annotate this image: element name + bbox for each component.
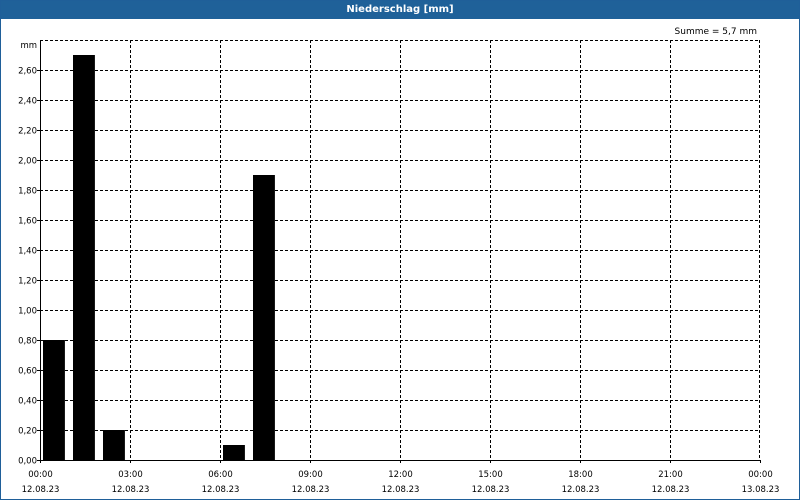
x-tick-time: 21:00 (658, 470, 683, 480)
grid-lines (40, 40, 760, 460)
y-tick-label: 2,20 (18, 127, 37, 137)
y-tick-label: 2,00 (18, 157, 37, 167)
y-tick-label: 1,00 (18, 307, 37, 317)
bar (253, 175, 275, 460)
x-tick-date: 12.08.23 (382, 485, 420, 495)
x-tick-date: 12.08.23 (652, 485, 690, 495)
bar (43, 340, 65, 460)
bar (73, 55, 95, 460)
x-tick-time: 15:00 (478, 470, 503, 480)
x-tick-date: 12.08.23 (22, 485, 60, 495)
y-tick-label: 2,60 (18, 67, 37, 77)
x-tick-time: 12:00 (388, 470, 413, 480)
y-tick-label: 0,00 (18, 457, 37, 467)
y-tick-label: 1,60 (18, 217, 37, 227)
tick-labels: 0,00 0,20 0,40 0,60 0,80 1,00 1,20 1,40 1,60 1,80… (18, 41, 779, 495)
y-tick-label: 1,20 (18, 277, 37, 287)
y-tick-label: 0,40 (18, 397, 37, 407)
bar (103, 430, 125, 460)
y-tick-label: 0,80 (18, 337, 37, 347)
y-tick-label: 1,40 (18, 247, 37, 257)
axes (37, 40, 761, 463)
x-tick-time: 06:00 (208, 470, 233, 480)
x-tick-date: 13.08.23 (742, 485, 780, 495)
y-axis-unit: mm (20, 41, 37, 51)
bar (223, 445, 245, 460)
x-tick-date: 12.08.23 (202, 485, 240, 495)
x-tick-date: 12.08.23 (472, 485, 510, 495)
x-tick-time: 09:00 (298, 470, 323, 480)
x-tick-date: 12.08.23 (292, 485, 330, 495)
y-tick-label: 0,60 (18, 367, 37, 377)
y-tick-label: 2,40 (18, 97, 37, 107)
x-tick-date: 12.08.23 (562, 485, 600, 495)
y-tick-label: 0,20 (18, 427, 37, 437)
bar-series (43, 55, 275, 460)
y-tick-label: 1,80 (18, 187, 37, 197)
x-tick-date: 12.08.23 (112, 485, 150, 495)
x-tick-time: 00:00 (28, 470, 53, 480)
precipitation-chart: 0,00 0,20 0,40 0,60 0,80 1,00 1,20 1,40 1,60 1,80… (18, 40, 779, 495)
x-tick-time: 18:00 (568, 470, 593, 480)
x-tick-time: 00:00 (748, 470, 773, 480)
x-tick-time: 03:00 (118, 470, 143, 480)
